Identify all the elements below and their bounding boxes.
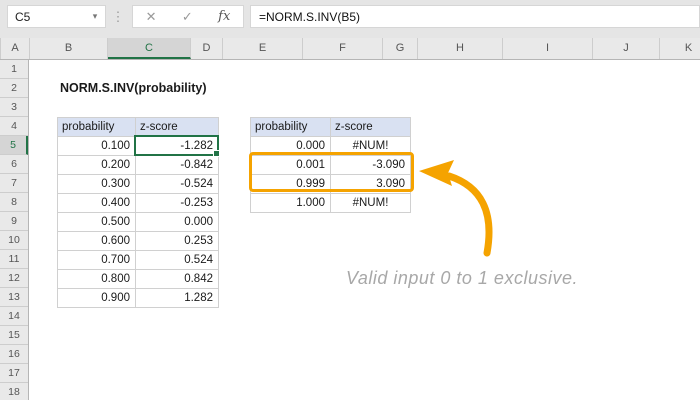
row-header-4[interactable]: 4	[0, 117, 28, 136]
column-header-D[interactable]: D	[191, 38, 223, 59]
excel-window: C5 ▾ ⋮ ✕ ✓ fx =NORM.S.INV(B5) ABCDEFGHIJ…	[0, 0, 700, 400]
column-header-A[interactable]: A	[1, 38, 30, 59]
cancel-icon[interactable]: ✕	[146, 9, 157, 25]
table-cell[interactable]: 0.253	[136, 232, 219, 251]
column-header-C[interactable]: C	[108, 38, 191, 59]
table-cell[interactable]: 0.700	[58, 251, 136, 270]
table-cell[interactable]: 0.800	[58, 270, 136, 289]
table-header-cell[interactable]: z-score	[331, 118, 411, 137]
table-cell[interactable]: 0.842	[136, 270, 219, 289]
row-header-8[interactable]: 8	[0, 193, 28, 212]
insert-function-icon[interactable]: fx	[218, 9, 230, 24]
column-header-H[interactable]: H	[418, 38, 503, 59]
table-cell[interactable]: 0.100	[58, 137, 136, 156]
more-dots-icon: ⋮	[111, 8, 125, 24]
row-header-11[interactable]: 11	[0, 250, 28, 269]
row-header-14[interactable]: 14	[0, 307, 28, 326]
row-header-18[interactable]: 18	[0, 383, 28, 400]
table-cell[interactable]: 0.600	[58, 232, 136, 251]
table-header-cell[interactable]: probability	[251, 118, 331, 137]
row-header-5[interactable]: 5	[0, 136, 28, 155]
column-header-J[interactable]: J	[593, 38, 660, 59]
row-headers: 1 2 3 4 5 6 7 8 9 10 11 12 13 14 15 16 17 18	[0, 60, 29, 400]
row-header-12[interactable]: 12	[0, 269, 28, 288]
enter-icon[interactable]: ✓	[182, 9, 193, 25]
row-header-10[interactable]: 10	[0, 231, 28, 250]
select-all-button[interactable]	[0, 38, 1, 59]
row-header-16[interactable]: 16	[0, 345, 28, 364]
table-cell[interactable]: 0.524	[136, 251, 219, 270]
table-cell[interactable]: -0.253	[136, 194, 219, 213]
table-header-cell[interactable]: probability	[58, 118, 136, 137]
column-header-I[interactable]: I	[503, 38, 593, 59]
formula-text: =NORM.S.INV(B5)	[259, 9, 361, 24]
column-header-B[interactable]: B	[30, 38, 108, 59]
row-header-13[interactable]: 13	[0, 288, 28, 307]
table-cell[interactable]: 0.300	[58, 175, 136, 194]
chevron-down-icon[interactable]: ▾	[85, 11, 105, 22]
column-header-K[interactable]: K	[660, 38, 700, 59]
formula-bar: C5 ▾ ⋮ ✕ ✓ fx =NORM.S.INV(B5)	[0, 0, 700, 38]
row-header-17[interactable]: 17	[0, 364, 28, 383]
table-cell[interactable]: 1.000	[251, 194, 331, 213]
table-cell[interactable]: 0.000	[136, 213, 219, 232]
fill-handle[interactable]	[213, 150, 220, 157]
table-cell[interactable]: 0.400	[58, 194, 136, 213]
annotation-text: Valid input 0 to 1 exclusive.	[346, 268, 578, 288]
table-cell[interactable]: -0.842	[136, 156, 219, 175]
column-header-E[interactable]: E	[223, 38, 303, 59]
formula-bar-buttons: ✕ ✓ fx	[132, 5, 244, 28]
table-cell[interactable]: 0.500	[58, 213, 136, 232]
table-cell[interactable]: #NUM!	[331, 194, 411, 213]
row-header-15[interactable]: 15	[0, 326, 28, 345]
row-header-6[interactable]: 6	[0, 155, 28, 174]
active-cell-selection[interactable]	[134, 135, 220, 157]
row-header-1[interactable]: 1	[0, 60, 28, 79]
column-header-G[interactable]: G	[383, 38, 418, 59]
row-header-7[interactable]: 7	[0, 174, 28, 193]
annotation-arrow-icon	[419, 160, 493, 257]
table-cell[interactable]: 0.900	[58, 289, 136, 308]
highlight-box	[249, 152, 414, 192]
formula-input[interactable]: =NORM.S.INV(B5)	[250, 5, 700, 28]
name-box-value: C5	[15, 9, 31, 24]
name-box[interactable]: C5 ▾	[7, 5, 106, 28]
row-header-2[interactable]: 2	[0, 79, 28, 98]
sheet-title: NORM.S.INV(probability)	[60, 81, 207, 95]
column-header-F[interactable]: F	[303, 38, 383, 59]
table-cell[interactable]: 1.282	[136, 289, 219, 308]
row-header-9[interactable]: 9	[0, 212, 28, 231]
row-header-3[interactable]: 3	[0, 98, 28, 117]
table-cell[interactable]: 0.200	[58, 156, 136, 175]
column-headers: ABCDEFGHIJK	[0, 38, 700, 60]
table-cell[interactable]: -0.524	[136, 175, 219, 194]
